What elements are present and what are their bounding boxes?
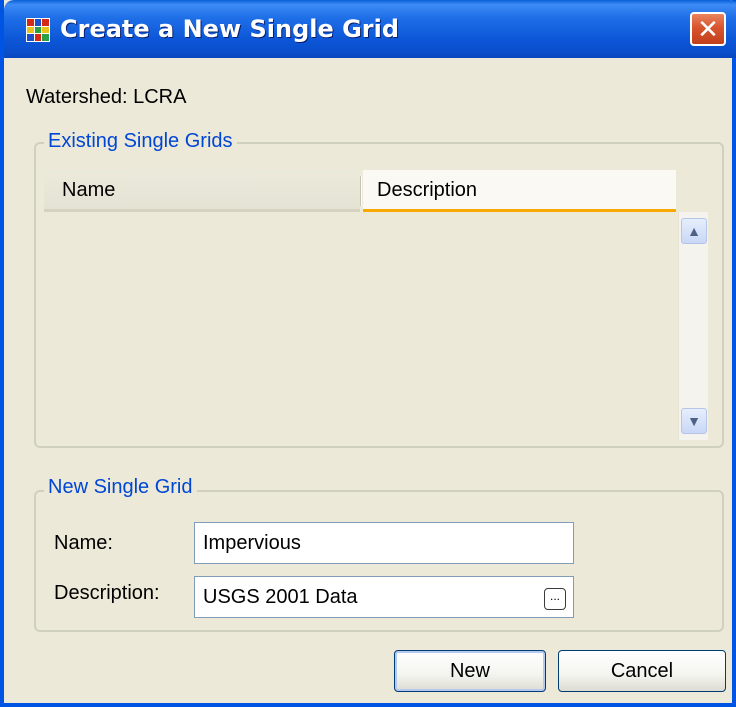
- new-button[interactable]: New: [394, 650, 546, 692]
- name-label: Name:: [54, 532, 113, 554]
- description-label: Description:: [54, 582, 160, 604]
- dialog-window: Create a New Single Grid ✕ Watershed: LC…: [0, 0, 736, 707]
- grids-table-body[interactable]: [44, 212, 676, 440]
- column-divider[interactable]: [360, 176, 362, 206]
- close-button[interactable]: ✕: [690, 12, 726, 46]
- description-input[interactable]: USGS 2001 Data: [194, 576, 574, 618]
- existing-grids-legend: Existing Single Grids: [44, 130, 237, 153]
- chevron-up-icon: ▲: [687, 223, 701, 239]
- new-grid-legend: New Single Grid: [44, 476, 197, 499]
- window-title: Create a New Single Grid: [60, 15, 400, 43]
- name-input[interactable]: Impervious: [194, 522, 574, 564]
- column-header-description[interactable]: Description: [363, 170, 676, 212]
- vertical-scrollbar[interactable]: ▲ ▼: [678, 212, 708, 440]
- title-bar[interactable]: Create a New Single Grid ✕: [4, 0, 736, 58]
- chevron-down-icon: ▼: [687, 413, 701, 429]
- grids-table-header: Name Description: [44, 170, 676, 212]
- cancel-button[interactable]: Cancel: [558, 650, 726, 692]
- browse-ellipsis-button[interactable]: ...: [544, 588, 566, 610]
- watershed-label: Watershed: LCRA: [26, 86, 187, 108]
- scroll-up-button[interactable]: ▲: [681, 218, 707, 244]
- close-icon: ✕: [697, 14, 719, 44]
- grid-app-icon: [26, 18, 50, 42]
- scroll-down-button[interactable]: ▼: [681, 408, 707, 434]
- column-header-name[interactable]: Name: [44, 170, 360, 212]
